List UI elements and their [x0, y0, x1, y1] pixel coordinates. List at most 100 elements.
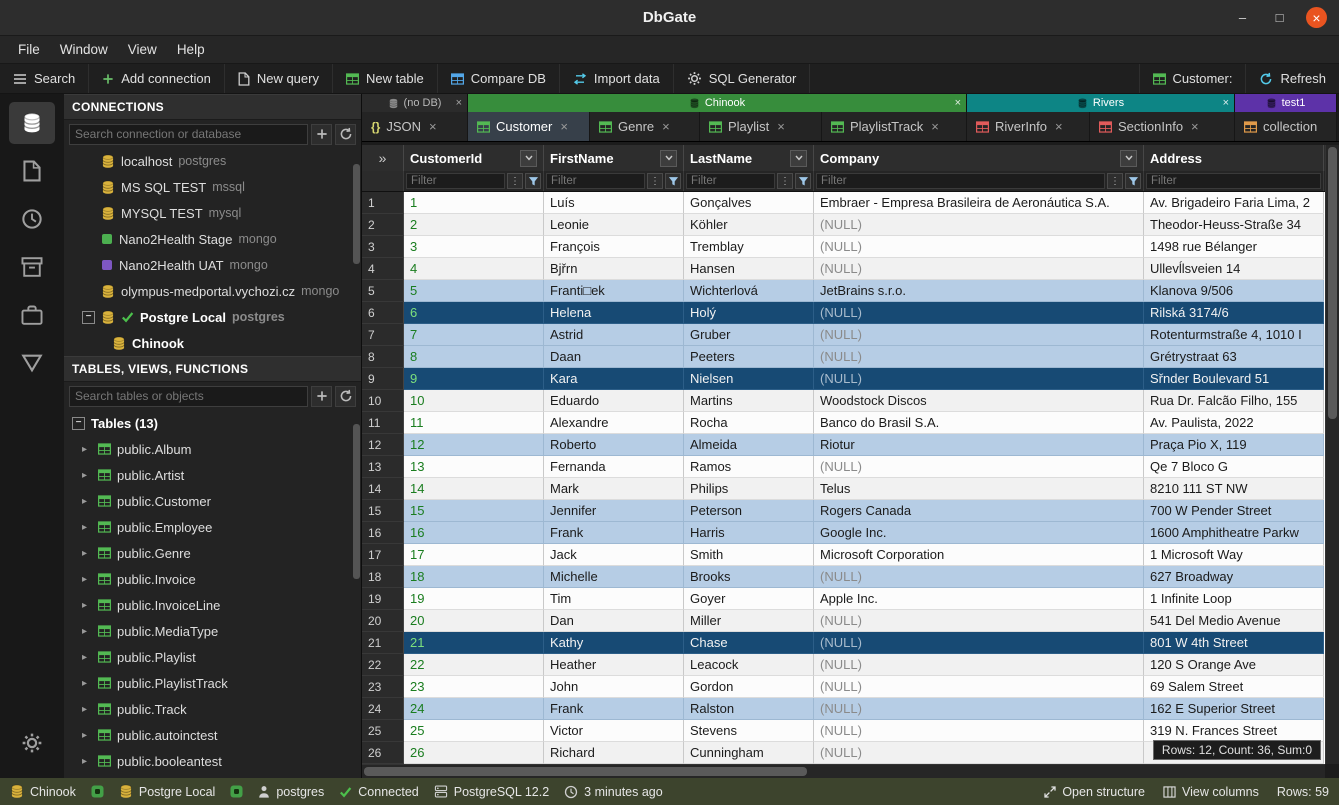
- tab-group-chinook[interactable]: Chinook×: [468, 94, 967, 112]
- filter-input-firstname[interactable]: [546, 173, 645, 189]
- column-header-company[interactable]: Company: [814, 145, 1144, 171]
- cell-lastname[interactable]: Harris: [684, 522, 814, 544]
- cell-firstname[interactable]: Dan: [544, 610, 684, 632]
- status-view-columns[interactable]: View columns: [1163, 785, 1259, 799]
- cell-firstname[interactable]: Kathy: [544, 632, 684, 654]
- toolbar-compare-db-button[interactable]: Compare DB: [438, 64, 560, 93]
- cell-company[interactable]: (NULL): [814, 654, 1144, 676]
- cell-lastname[interactable]: Miller: [684, 610, 814, 632]
- row-number[interactable]: 17: [362, 544, 404, 566]
- cell-customerid[interactable]: 4: [404, 258, 544, 280]
- connections-search-input[interactable]: [69, 124, 308, 145]
- cell-address[interactable]: Rua Dr. Falcão Filho, 155: [1144, 390, 1324, 412]
- cell-lastname[interactable]: Smith: [684, 544, 814, 566]
- cell-address[interactable]: Praça Pio X, 119: [1144, 434, 1324, 456]
- cell-lastname[interactable]: Philips: [684, 478, 814, 500]
- cell-address[interactable]: Theodor-Heuss-Straße 34: [1144, 214, 1324, 236]
- cell-customerid[interactable]: 13: [404, 456, 544, 478]
- filter-input-company[interactable]: [816, 173, 1105, 189]
- cell-firstname[interactable]: Mark: [544, 478, 684, 500]
- cell-lastname[interactable]: Leacock: [684, 654, 814, 676]
- row-number[interactable]: 6: [362, 302, 404, 324]
- cell-firstname[interactable]: Tim: [544, 588, 684, 610]
- chevron-right-icon[interactable]: ▸: [82, 756, 92, 767]
- cell-company[interactable]: JetBrains s.r.o.: [814, 280, 1144, 302]
- chevron-right-icon[interactable]: ▸: [82, 652, 92, 663]
- table-item-public-playlisttrack[interactable]: ▸public.PlaylistTrack: [64, 670, 361, 696]
- tab-collection[interactable]: collection: [1235, 112, 1337, 141]
- row-number[interactable]: 25: [362, 720, 404, 742]
- table-item-public-track[interactable]: ▸public.Track: [64, 696, 361, 722]
- connection-item-nano2health-stage[interactable]: Nano2Health Stagemongo: [64, 226, 361, 252]
- table-item-public-customer[interactable]: ▸public.Customer: [64, 488, 361, 514]
- cell-customerid[interactable]: 1: [404, 192, 544, 214]
- cell-lastname[interactable]: Ralston: [684, 698, 814, 720]
- grid-corner-expand[interactable]: »: [362, 145, 404, 171]
- cell-firstname[interactable]: Jennifer: [544, 500, 684, 522]
- chevron-right-icon[interactable]: ▸: [82, 470, 92, 481]
- cell-company[interactable]: (NULL): [814, 566, 1144, 588]
- filter-funnel-button[interactable]: [795, 173, 811, 189]
- cell-address[interactable]: 319 N. Frances Street: [1144, 720, 1324, 742]
- chevron-right-icon[interactable]: ▸: [82, 444, 92, 455]
- cell-company[interactable]: (NULL): [814, 324, 1144, 346]
- cell-address[interactable]: 1600 Amphitheatre Parkw: [1144, 522, 1324, 544]
- close-icon[interactable]: ×: [429, 119, 437, 134]
- row-number[interactable]: 7: [362, 324, 404, 346]
- cell-company[interactable]: Riotur: [814, 434, 1144, 456]
- horizontal-scrollbar-thumb[interactable]: [364, 767, 807, 776]
- tab-sectioninfo[interactable]: SectionInfo×: [1090, 112, 1235, 141]
- chevron-right-icon[interactable]: ▸: [82, 626, 92, 637]
- column-menu-button[interactable]: [1120, 150, 1137, 167]
- cell-address[interactable]: 700 W Pender Street: [1144, 500, 1324, 522]
- toolbar-customer-button[interactable]: Customer:: [1139, 64, 1246, 93]
- cell-firstname[interactable]: Roberto: [544, 434, 684, 456]
- cell-lastname[interactable]: Almeida: [684, 434, 814, 456]
- cell-lastname[interactable]: Chase: [684, 632, 814, 654]
- cell-company[interactable]: (NULL): [814, 258, 1144, 280]
- filter-menu-button[interactable]: ⋮: [647, 173, 663, 189]
- cell-address[interactable]: 162 E Superior Street: [1144, 698, 1324, 720]
- cell-firstname[interactable]: Bjřrn: [544, 258, 684, 280]
- cell-firstname[interactable]: Jack: [544, 544, 684, 566]
- cell-firstname[interactable]: Astrid: [544, 324, 684, 346]
- cell-address[interactable]: Ullevĺlsveien 14: [1144, 258, 1324, 280]
- cell-firstname[interactable]: Frank: [544, 698, 684, 720]
- chevron-right-icon[interactable]: ▸: [82, 600, 92, 611]
- cell-firstname[interactable]: Helena: [544, 302, 684, 324]
- rail-history-button[interactable]: [9, 198, 55, 240]
- cell-customerid[interactable]: 18: [404, 566, 544, 588]
- cell-customerid[interactable]: 21: [404, 632, 544, 654]
- cell-firstname[interactable]: Victor: [544, 720, 684, 742]
- cell-address[interactable]: Klanova 9/506: [1144, 280, 1324, 302]
- cell-address[interactable]: 627 Broadway: [1144, 566, 1324, 588]
- collapse-icon[interactable]: −: [82, 311, 95, 324]
- close-icon[interactable]: ×: [777, 119, 785, 134]
- tables-group-row[interactable]: − Tables (13): [64, 410, 361, 436]
- connection-item-localhost[interactable]: localhostpostgres: [64, 148, 361, 174]
- menu-window[interactable]: Window: [50, 39, 118, 60]
- cell-customerid[interactable]: 2: [404, 214, 544, 236]
- cell-customerid[interactable]: 17: [404, 544, 544, 566]
- rail-triangle-button[interactable]: [9, 342, 55, 384]
- row-number[interactable]: 20: [362, 610, 404, 632]
- cell-lastname[interactable]: Ramos: [684, 456, 814, 478]
- cell-address[interactable]: Av. Paulista, 2022: [1144, 412, 1324, 434]
- cell-company[interactable]: (NULL): [814, 368, 1144, 390]
- cell-address[interactable]: 1498 rue Bélanger: [1144, 236, 1324, 258]
- table-item-public-playlist[interactable]: ▸public.Playlist: [64, 644, 361, 670]
- row-number[interactable]: 23: [362, 676, 404, 698]
- row-number[interactable]: 4: [362, 258, 404, 280]
- cell-company[interactable]: (NULL): [814, 676, 1144, 698]
- column-menu-button[interactable]: [520, 150, 537, 167]
- tables-search-input[interactable]: [69, 386, 308, 407]
- cell-firstname[interactable]: Alexandre: [544, 412, 684, 434]
- cell-company[interactable]: Google Inc.: [814, 522, 1144, 544]
- cell-address[interactable]: 8210 111 ST NW: [1144, 478, 1324, 500]
- row-number[interactable]: 24: [362, 698, 404, 720]
- filter-menu-button[interactable]: ⋮: [1107, 173, 1123, 189]
- cell-lastname[interactable]: Hansen: [684, 258, 814, 280]
- chevron-right-icon[interactable]: ▸: [82, 496, 92, 507]
- cell-company[interactable]: Embraer - Empresa Brasileira de Aeronáut…: [814, 192, 1144, 214]
- cell-firstname[interactable]: Eduardo: [544, 390, 684, 412]
